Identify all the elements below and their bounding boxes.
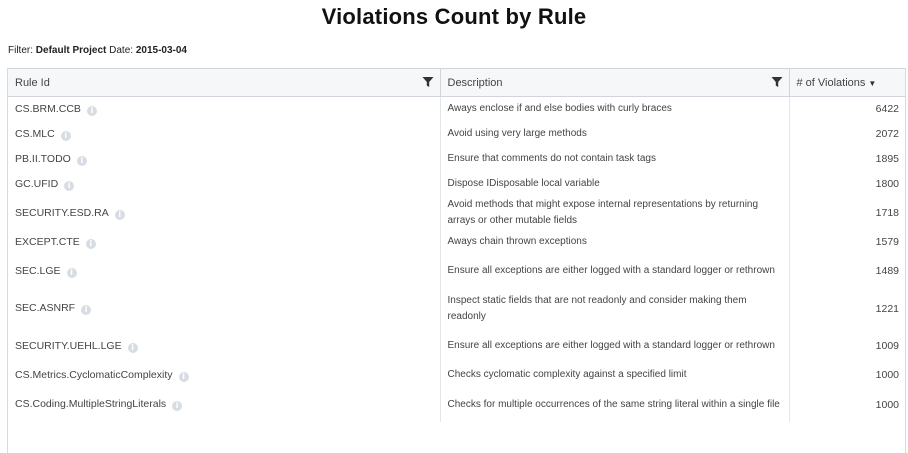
rule-id-cell: SEC.LGE i	[8, 255, 440, 288]
funnel-icon[interactable]	[771, 76, 783, 88]
rule-id-cell: CS.BRM.CCB i	[8, 97, 440, 122]
violations-count-cell: 1579	[788, 229, 905, 255]
description-cell: Checks for multiple occurrences of the s…	[439, 387, 789, 422]
rule-id[interactable]: CS.BRM.CCB	[15, 103, 81, 115]
rule-id[interactable]: SECURITY.ESD.RA	[15, 207, 109, 219]
sort-descending-icon[interactable]: ▼	[868, 79, 876, 88]
column-label-violations: # of Violations	[796, 76, 866, 89]
column-label-description: Description	[447, 76, 503, 89]
info-icon[interactable]: i	[60, 130, 71, 141]
table-row[interactable]: CS.BRM.CCB i Aways enclose if and else bod…	[8, 96, 905, 122]
table-row[interactable]: EXCEPT.CTE i Aways chain thrown exceptions…	[8, 229, 905, 255]
violations-count-cell: 1800	[788, 171, 905, 197]
info-icon[interactable]: i	[76, 155, 87, 166]
column-header-description[interactable]: Description	[439, 68, 789, 97]
filter-summary: Filter: Default Project Date: 2015-03-04	[8, 45, 187, 56]
violations-count-cell: 1000	[788, 362, 905, 388]
funnel-icon[interactable]	[422, 76, 434, 88]
description-cell: Avoid using very large methods	[439, 121, 789, 147]
info-icon[interactable]: i	[85, 238, 96, 249]
rule-id[interactable]: CS.MLC	[15, 128, 55, 140]
filter-date: 2015-03-04	[135, 45, 187, 56]
rule-id-cell: CS.Metrics.CyclomaticComplexity i	[8, 363, 440, 388]
info-icon[interactable]: i	[178, 371, 189, 382]
info-icon[interactable]: i	[81, 305, 92, 315]
table-row[interactable]: CS.Coding.MultipleStringLiterals i Checks …	[8, 387, 905, 422]
info-icon[interactable]: i	[64, 180, 75, 191]
description-cell: Inspect static fields that are not reado…	[439, 287, 789, 330]
table-header-row: Rule Id Description # of Violations ▼	[8, 68, 905, 97]
rule-id-cell: SECURITY.ESD.RA i	[8, 197, 440, 230]
filter-date-label: Date:	[109, 45, 134, 56]
page-title: Violations Count by Rule	[321, 4, 587, 29]
info-icon[interactable]: i	[127, 342, 138, 353]
filter-label: Filter:	[8, 45, 33, 56]
rule-id-cell: CS.Coding.MultipleStringLiterals i	[8, 388, 440, 422]
table-row[interactable]: CS.MLC i Avoid using very large methods 207…	[8, 121, 905, 147]
description-cell: Aways chain thrown exceptions	[439, 229, 789, 255]
violations-count-cell: 2072	[788, 121, 905, 147]
rule-id[interactable]: PB.II.TODO	[15, 153, 71, 165]
info-icon[interactable]: i	[172, 401, 183, 411]
rule-id[interactable]: EXCEPT.CTE	[15, 236, 80, 248]
table-row[interactable]: SECURITY.ESD.RA i Avoid methods that might…	[8, 196, 905, 230]
rule-id-cell: GC.UFID i	[8, 172, 440, 197]
violations-count-cell: 1718	[788, 196, 905, 230]
description-cell: Ensure all exceptions are either logged …	[439, 329, 789, 363]
filter-project: Default Project	[35, 45, 107, 56]
rule-id-cell: PB.II.TODO i	[8, 147, 440, 172]
table-row[interactable]: SEC.LGE i Ensure all exceptions are either…	[8, 254, 905, 288]
rule-id-cell: EXCEPT.CTE i	[8, 230, 440, 255]
rule-id[interactable]: GC.UFID	[15, 178, 58, 190]
info-icon[interactable]: i	[86, 105, 97, 116]
table-row[interactable]: SECURITY.UEHL.LGE i Ensure all exceptions …	[8, 329, 905, 363]
info-icon[interactable]: i	[66, 267, 77, 278]
table-row[interactable]: CS.Metrics.CyclomaticComplexity i Checks c…	[8, 362, 905, 388]
violations-count-cell: 1009	[788, 329, 905, 363]
description-cell: Avoid methods that might expose internal…	[439, 196, 789, 230]
table-row[interactable]: GC.UFID i Dispose IDisposable local variab…	[8, 171, 905, 197]
column-header-violations[interactable]: # of Violations ▼	[788, 68, 905, 97]
rule-id-cell: CS.MLC i	[8, 122, 440, 147]
violations-count-cell: 1221	[788, 287, 905, 330]
description-cell: Ensure all exceptions are either logged …	[439, 254, 789, 288]
description-cell: Ensure that comments do not contain task…	[439, 146, 789, 172]
column-header-rule-id[interactable]: Rule Id	[8, 68, 440, 97]
rule-id-cell: SEC.ASNRF i	[8, 288, 440, 330]
violations-count-cell: 6422	[788, 96, 905, 122]
violations-count-cell: 1000	[788, 387, 905, 422]
rule-id[interactable]: SECURITY.UEHL.LGE	[15, 340, 122, 352]
table-row[interactable]: PB.II.TODO i Ensure that comments do not c…	[8, 146, 905, 172]
rule-id-cell: SECURITY.UEHL.LGE i	[8, 330, 440, 363]
rule-id[interactable]: CS.Coding.MultipleStringLiterals	[15, 398, 166, 410]
violations-count-cell: 1895	[788, 146, 905, 172]
column-label-rule-id: Rule Id	[15, 76, 50, 89]
description-cell: Aways enclose if and else bodies with cu…	[439, 96, 789, 122]
violations-count-cell: 1489	[788, 254, 905, 288]
rule-id[interactable]: SEC.ASNRF	[15, 302, 75, 314]
violations-table: Rule Id Description # of Violations ▼ CS.…	[7, 68, 906, 453]
info-icon[interactable]: i	[114, 209, 125, 220]
table-row[interactable]: SEC.ASNRF i Inspect static fields that are…	[8, 287, 905, 330]
rule-id[interactable]: SEC.LGE	[15, 265, 61, 277]
description-cell: Dispose IDisposable local variable	[439, 171, 789, 197]
description-cell: Checks cyclomatic complexity against a s…	[439, 362, 789, 388]
rule-id[interactable]: CS.Metrics.CyclomaticComplexity	[15, 369, 173, 381]
